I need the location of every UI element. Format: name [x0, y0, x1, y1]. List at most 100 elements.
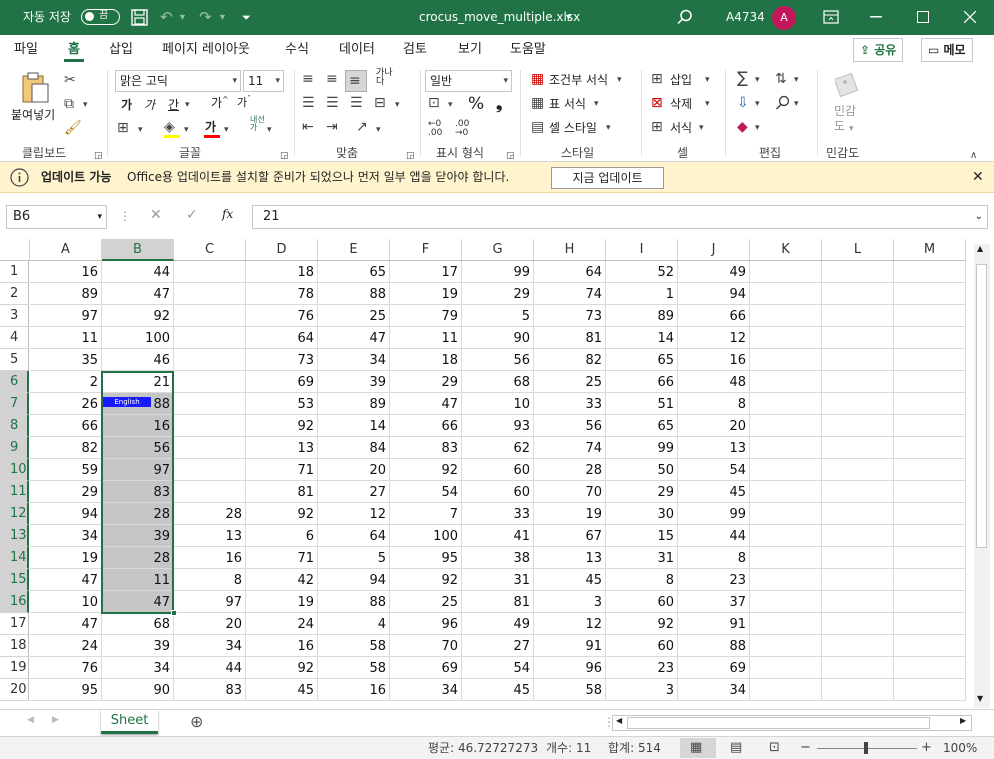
conditional-format-icon[interactable]: ▦: [531, 71, 544, 87]
cell-c9[interactable]: [174, 437, 246, 459]
cell-e5[interactable]: 34: [318, 349, 390, 371]
cell-k16[interactable]: [750, 591, 822, 613]
row-header-16[interactable]: 16: [0, 591, 29, 613]
row-header-10[interactable]: 10: [0, 459, 29, 481]
cell-f9[interactable]: 83: [390, 437, 462, 459]
cell-d13[interactable]: 6: [246, 525, 318, 547]
cell-e19[interactable]: 58: [318, 657, 390, 679]
cell-d20[interactable]: 45: [246, 679, 318, 701]
cell-c14[interactable]: 16: [174, 547, 246, 569]
cell-d5[interactable]: 73: [246, 349, 318, 371]
row-header-20[interactable]: 20: [0, 679, 29, 701]
fill-handle[interactable]: [171, 610, 177, 616]
cell-i2[interactable]: 1: [606, 283, 678, 305]
cell-a6[interactable]: 2: [30, 371, 102, 393]
cell-f1[interactable]: 17: [390, 261, 462, 283]
vertical-scrollbar[interactable]: ▲ ▼: [974, 244, 990, 708]
cell-b15[interactable]: 11: [102, 569, 174, 591]
paste-icon[interactable]: [20, 72, 50, 104]
format-cells-button[interactable]: 서식: [670, 119, 692, 136]
cell-g6[interactable]: 68: [462, 371, 534, 393]
cell-l2[interactable]: [822, 283, 894, 305]
cell-f7[interactable]: 47: [390, 393, 462, 415]
cell-k8[interactable]: [750, 415, 822, 437]
cell-c20[interactable]: 83: [174, 679, 246, 701]
cell-c4[interactable]: [174, 327, 246, 349]
format-cells-icon[interactable]: ⊞: [651, 119, 663, 135]
row-header-8[interactable]: 8: [0, 415, 29, 437]
next-sheet-icon[interactable]: ▶: [52, 715, 59, 725]
column-header-l[interactable]: L: [822, 239, 894, 261]
insert-cells-icon[interactable]: ⊞: [651, 71, 663, 87]
cell-h15[interactable]: 45: [534, 569, 606, 591]
column-header-f[interactable]: F: [390, 239, 462, 261]
undo-icon[interactable]: ↶: [160, 0, 173, 35]
cell-d12[interactable]: 92: [246, 503, 318, 525]
cell-m19[interactable]: [894, 657, 966, 679]
cell-h17[interactable]: 12: [534, 613, 606, 635]
row-header-5[interactable]: 5: [0, 349, 29, 371]
page-break-view-icon[interactable]: ⊡: [769, 737, 780, 759]
cell-a16[interactable]: 10: [30, 591, 102, 613]
cell-b20[interactable]: 90: [102, 679, 174, 701]
cell-f19[interactable]: 69: [390, 657, 462, 679]
cell-f12[interactable]: 7: [390, 503, 462, 525]
cell-k15[interactable]: [750, 569, 822, 591]
cell-m8[interactable]: [894, 415, 966, 437]
cell-style-dropdown-icon[interactable]: ▾: [606, 120, 611, 136]
sensitivity-dropdown-icon[interactable]: ▾: [849, 121, 854, 137]
row-header-14[interactable]: 14: [0, 547, 29, 569]
cell-j5[interactable]: 16: [678, 349, 750, 371]
sort-filter-dropdown-icon[interactable]: ▾: [794, 72, 799, 88]
cell-d4[interactable]: 64: [246, 327, 318, 349]
cell-h11[interactable]: 70: [534, 481, 606, 503]
cell-h6[interactable]: 25: [534, 371, 606, 393]
cell-g18[interactable]: 27: [462, 635, 534, 657]
wrap-text-icon[interactable]: 가나 다: [376, 69, 393, 87]
autosave-toggle[interactable]: 끔: [81, 9, 120, 25]
cell-i7[interactable]: 51: [606, 393, 678, 415]
increase-indent-icon[interactable]: ⇥: [326, 119, 338, 135]
table-format-icon[interactable]: ▦: [531, 95, 544, 111]
cell-f3[interactable]: 79: [390, 305, 462, 327]
accounting-dropdown-icon[interactable]: ▾: [448, 97, 453, 113]
row-header-4[interactable]: 4: [0, 327, 29, 349]
font-color-dropdown-icon[interactable]: ▾: [224, 122, 229, 138]
cell-e6[interactable]: 39: [318, 371, 390, 393]
cell-j17[interactable]: 91: [678, 613, 750, 635]
align-top-icon[interactable]: ≡: [302, 71, 314, 87]
cell-j6[interactable]: 48: [678, 371, 750, 393]
cell-c3[interactable]: [174, 305, 246, 327]
cell-b19[interactable]: 34: [102, 657, 174, 679]
cell-b8[interactable]: 16: [102, 415, 174, 437]
cell-e7[interactable]: 89: [318, 393, 390, 415]
cell-g5[interactable]: 56: [462, 349, 534, 371]
cell-e9[interactable]: 84: [318, 437, 390, 459]
align-middle-icon[interactable]: ≡: [326, 71, 338, 87]
cell-h3[interactable]: 73: [534, 305, 606, 327]
close-icon[interactable]: [964, 11, 976, 23]
decrease-decimal-button[interactable]: .00 →0: [455, 120, 469, 138]
cell-a14[interactable]: 19: [30, 547, 102, 569]
cell-a11[interactable]: 29: [30, 481, 102, 503]
cell-k17[interactable]: [750, 613, 822, 635]
cell-l18[interactable]: [822, 635, 894, 657]
cell-j20[interactable]: 34: [678, 679, 750, 701]
cell-g14[interactable]: 38: [462, 547, 534, 569]
cell-a3[interactable]: 97: [30, 305, 102, 327]
cell-c13[interactable]: 13: [174, 525, 246, 547]
cell-b13[interactable]: 39: [102, 525, 174, 547]
row-header-13[interactable]: 13: [0, 525, 29, 547]
cell-i1[interactable]: 52: [606, 261, 678, 283]
tab-view[interactable]: 보기: [458, 35, 482, 64]
clear-dropdown-icon[interactable]: ▾: [755, 120, 760, 136]
cell-a13[interactable]: 34: [30, 525, 102, 547]
number-format-select[interactable]: 일반 ▾: [425, 70, 512, 92]
sort-filter-icon[interactable]: ⇅: [775, 71, 787, 87]
cell-g19[interactable]: 54: [462, 657, 534, 679]
cell-h19[interactable]: 96: [534, 657, 606, 679]
cell-b2[interactable]: 47: [102, 283, 174, 305]
cell-l17[interactable]: [822, 613, 894, 635]
clear-icon[interactable]: ◆: [737, 119, 748, 135]
column-header-j[interactable]: J: [678, 239, 750, 261]
